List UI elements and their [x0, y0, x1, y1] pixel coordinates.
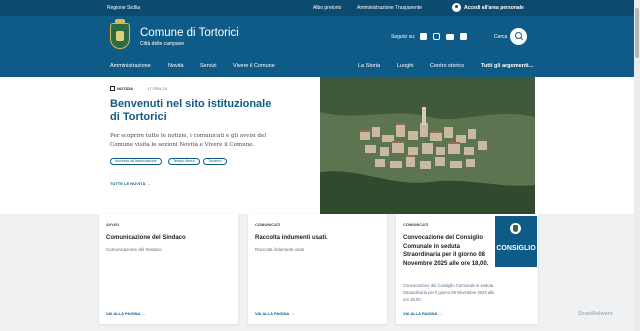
- hero-text: Per scoprire tutte le notizie, i comunic…: [110, 133, 266, 148]
- card-title[interactable]: Convocazione del Consiglio Comunale in s…: [403, 234, 497, 268]
- search-label: Cerca: [494, 34, 508, 40]
- town-photo: [320, 77, 535, 214]
- trasparenza-link[interactable]: Amministrazione Trasparente: [357, 5, 422, 11]
- arrow-right-icon: →: [438, 311, 443, 316]
- site-header: Comune di Tortorici Città delle campane …: [0, 16, 634, 77]
- card-description: Convocazione del Consiglio Comunale in s…: [403, 283, 495, 302]
- chip-turismo[interactable]: Turismo: [203, 158, 227, 165]
- nav-novita[interactable]: Novità: [168, 63, 184, 69]
- x-icon[interactable]: [460, 33, 467, 40]
- card-link-label: VAI ALLA PAGINA: [106, 311, 141, 316]
- facebook-icon[interactable]: [420, 33, 427, 40]
- nav-vivere-comune[interactable]: Vivere il Comune: [233, 63, 275, 69]
- instagram-icon[interactable]: [433, 33, 440, 40]
- nav-luoghi[interactable]: Luoghi: [397, 63, 414, 69]
- site-title[interactable]: Comune di Tortorici: [140, 27, 239, 39]
- news-tag-label: NOTIZIA: [117, 86, 133, 91]
- card-category: COMUNICATI: [255, 222, 281, 227]
- municipality-crest-icon[interactable]: [110, 19, 130, 49]
- scrollbar-thumb[interactable]: [635, 8, 639, 58]
- nav-storia[interactable]: La Storia: [358, 63, 380, 69]
- card-link[interactable]: VAI ALLA PAGINA →: [106, 311, 145, 316]
- hero-title[interactable]: Benvenuti nel sito istituzionale di Tort…: [110, 98, 280, 124]
- page-scrollbar[interactable]: [634, 0, 640, 331]
- nav-all-topics[interactable]: Tutti gli argomenti...: [481, 63, 533, 69]
- card-title[interactable]: Raccolta indumenti usati.: [255, 234, 380, 243]
- youtube-icon[interactable]: [446, 34, 454, 40]
- user-icon: [452, 3, 461, 12]
- consiglio-label: CONSIGLIO: [496, 245, 536, 252]
- region-link[interactable]: Regione Sicilia: [107, 5, 140, 11]
- login-button[interactable]: Accedi all'area personale: [452, 3, 524, 12]
- arrow-right-icon: →: [146, 181, 151, 186]
- crest-icon: [510, 223, 521, 234]
- search-button[interactable]: [510, 28, 527, 45]
- card-category: AVVISI: [106, 222, 119, 227]
- card-description: Comunicazione del Sindaco: [106, 247, 162, 252]
- top-utility-bar: Regione Sicilia Albo pretorio Amministra…: [0, 0, 634, 16]
- all-news-link[interactable]: TUTTE LE NOVITÀ →: [110, 181, 150, 186]
- card-link-label: VAI ALLA PAGINA: [255, 311, 290, 316]
- arrow-right-icon: →: [290, 311, 295, 316]
- calendar-icon: [110, 86, 115, 91]
- card-avviso[interactable]: AVVISI Comunicazione del Sindaco Comunic…: [99, 214, 238, 324]
- nav-amministrazione[interactable]: Amministrazione: [110, 63, 151, 69]
- card-description: Raccolta indumenti usati.: [255, 247, 306, 252]
- watermark: ScanMalware: [578, 311, 613, 317]
- card-comunicato[interactable]: COMUNICATI Raccolta indumenti usati. Rac…: [248, 214, 387, 324]
- card-link-label: VAI ALLA PAGINA: [403, 311, 438, 316]
- card-link[interactable]: VAI ALLA PAGINA →: [255, 311, 294, 316]
- all-news-label: TUTTE LE NOVITÀ: [110, 181, 146, 186]
- hero-town-image: [320, 77, 535, 214]
- login-label: Accedi all'area personale: [464, 4, 524, 11]
- nav-servizi[interactable]: Servizi: [200, 63, 217, 69]
- consiglio-badge: CONSIGLIO: [495, 216, 537, 267]
- follow-label: Seguici su:: [391, 34, 416, 40]
- news-tag: NOTIZIA: [110, 86, 133, 91]
- card-title[interactable]: Comunicazione del Sindaco: [106, 234, 231, 243]
- chip-accesso[interactable]: Accesso all'informazione: [110, 158, 162, 165]
- card-category: COMUNICATI: [403, 222, 429, 227]
- news-date: 17 GEN 24: [147, 86, 167, 91]
- chip-tempo-libero[interactable]: Tempo libero: [168, 158, 200, 165]
- arrow-right-icon: →: [141, 311, 146, 316]
- nav-centro-storico[interactable]: Centro storico: [430, 63, 464, 69]
- site-subtitle: Città delle campane: [140, 41, 185, 47]
- albo-pretorio-link[interactable]: Albo pretorio: [313, 5, 341, 11]
- card-link[interactable]: VAI ALLA PAGINA →: [403, 311, 442, 316]
